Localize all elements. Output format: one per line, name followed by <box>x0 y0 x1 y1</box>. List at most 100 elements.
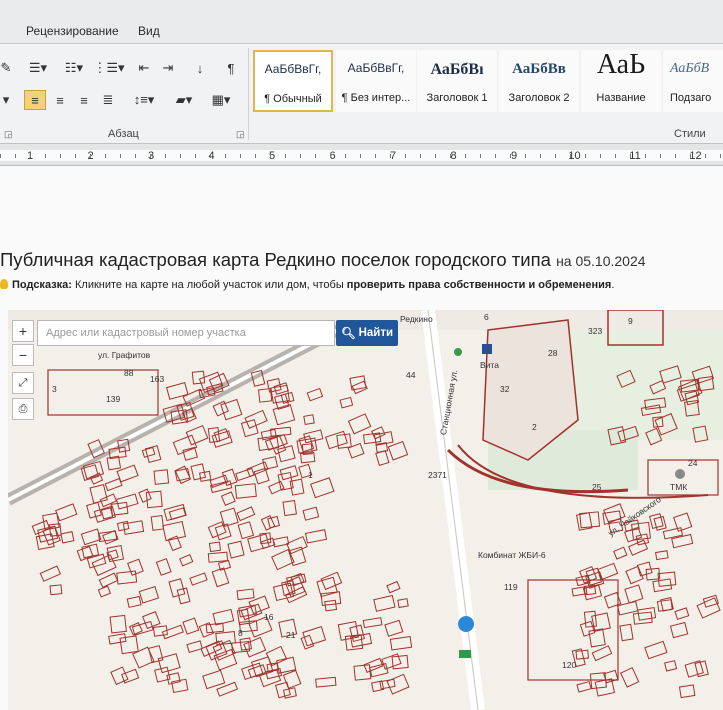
parcel[interactable] <box>76 545 94 562</box>
parcel[interactable] <box>100 507 114 520</box>
parcel[interactable] <box>316 576 338 598</box>
parcel[interactable] <box>619 623 634 642</box>
font-color-icon[interactable]: ▾ <box>0 90 12 110</box>
parcel[interactable] <box>300 634 315 650</box>
parcel[interactable] <box>613 546 628 560</box>
parcel[interactable] <box>282 499 297 517</box>
parcel[interactable] <box>155 558 172 576</box>
parcel[interactable] <box>47 369 159 416</box>
parcel[interactable] <box>208 541 222 553</box>
parcel[interactable] <box>172 434 198 456</box>
parcel[interactable] <box>89 484 108 504</box>
search-button[interactable]: 🔍︎ Найти <box>336 320 398 346</box>
style-heading-2[interactable]: АаБбВв Заголовок 2 <box>499 50 579 112</box>
parcel[interactable] <box>583 610 597 628</box>
shading-icon[interactable]: ▰▾ <box>170 90 198 110</box>
measure-icon[interactable]: ⤢ <box>12 372 34 394</box>
parcel[interactable] <box>272 536 290 548</box>
parcel[interactable] <box>664 660 678 672</box>
parcel[interactable] <box>386 580 401 594</box>
style-heading-1[interactable]: АаБбВı Заголовок 1 <box>417 50 497 112</box>
parcel[interactable] <box>119 635 139 655</box>
parcel[interactable] <box>371 680 385 693</box>
parcel[interactable] <box>212 608 235 626</box>
parcel[interactable] <box>324 430 348 450</box>
parcel[interactable] <box>597 562 619 581</box>
parcel[interactable] <box>166 672 181 685</box>
parcel[interactable] <box>81 543 100 559</box>
parcel[interactable] <box>227 540 245 559</box>
parcel[interactable] <box>620 667 640 688</box>
poi-icon[interactable] <box>454 348 462 356</box>
parcel[interactable] <box>122 520 145 535</box>
hint-bold-link[interactable]: проверить права собственности и обремене… <box>347 279 612 291</box>
parcel[interactable] <box>253 467 270 485</box>
zoom-in-button[interactable]: + <box>12 320 34 342</box>
parcel[interactable] <box>349 375 367 391</box>
multilevel-list-icon[interactable]: ⋮☰▾ <box>93 58 124 78</box>
parcel[interactable] <box>153 469 170 485</box>
parcel[interactable] <box>55 503 78 522</box>
parcel[interactable] <box>220 491 236 506</box>
numbering-icon[interactable]: ☷▾ <box>60 58 88 78</box>
parcel[interactable] <box>588 628 606 648</box>
parcel[interactable] <box>205 622 225 634</box>
parcel[interactable] <box>97 585 112 598</box>
parcel[interactable] <box>353 664 372 681</box>
parcel[interactable] <box>684 660 704 678</box>
align-center-icon[interactable]: ≡ <box>50 90 70 110</box>
paragraph-launcher-icon[interactable]: ◲ <box>236 129 245 140</box>
parcel[interactable] <box>110 666 129 686</box>
dialog-launcher-icon[interactable]: ◲ <box>4 129 13 140</box>
parcel[interactable] <box>116 570 138 585</box>
parcel[interactable] <box>644 640 668 660</box>
style-title[interactable]: АаЬ Название <box>581 49 661 112</box>
parcel[interactable] <box>237 521 255 540</box>
parcel[interactable] <box>234 483 257 499</box>
parcel[interactable] <box>109 614 127 634</box>
parcel[interactable] <box>303 414 315 426</box>
parcel[interactable] <box>387 440 409 461</box>
parcel[interactable] <box>235 467 255 482</box>
parcel[interactable] <box>386 673 410 695</box>
parcel[interactable] <box>60 531 75 544</box>
parcel[interactable] <box>126 595 142 608</box>
parcel[interactable] <box>157 653 181 674</box>
parcel[interactable] <box>163 503 187 522</box>
parcel[interactable] <box>655 550 669 561</box>
parcel[interactable] <box>339 396 354 409</box>
parcel[interactable] <box>674 607 690 620</box>
parcel[interactable] <box>576 680 592 693</box>
parcel[interactable] <box>202 669 226 690</box>
parcel[interactable] <box>161 624 184 640</box>
parcel[interactable] <box>165 382 189 400</box>
search-input[interactable]: Адрес или кадастровый номер участка <box>37 320 335 346</box>
parcel[interactable] <box>99 493 118 508</box>
style-no-spacing[interactable]: АаБбВвГг, ¶ Без интер... <box>336 50 416 112</box>
parcel[interactable] <box>49 584 63 596</box>
parcel[interactable] <box>248 595 270 615</box>
parcel[interactable] <box>185 425 209 446</box>
parcel[interactable] <box>324 599 338 612</box>
parcel[interactable] <box>186 640 203 653</box>
parcel[interactable] <box>373 594 396 612</box>
parcel[interactable] <box>362 617 383 629</box>
parcel[interactable] <box>243 636 267 658</box>
map-canvas[interactable] <box>8 310 723 710</box>
parcel[interactable] <box>162 520 186 542</box>
parcel[interactable] <box>138 488 152 503</box>
parcel[interactable] <box>306 387 324 402</box>
parcel[interactable] <box>236 588 255 601</box>
parcel[interactable] <box>80 528 102 546</box>
parcel[interactable] <box>168 578 186 598</box>
parcel[interactable] <box>302 506 320 521</box>
zoom-out-button[interactable]: − <box>12 344 34 366</box>
tab-view[interactable]: Вид <box>138 24 160 38</box>
align-right-icon[interactable]: ≡ <box>74 90 94 110</box>
parcel[interactable] <box>315 676 337 688</box>
parcel[interactable] <box>347 413 372 435</box>
parcel[interactable] <box>337 620 359 641</box>
decrease-indent-icon[interactable]: ⇤ <box>134 58 154 78</box>
show-marks-icon[interactable]: ¶ <box>222 58 240 78</box>
borders-icon[interactable]: ▦▾ <box>206 90 236 110</box>
